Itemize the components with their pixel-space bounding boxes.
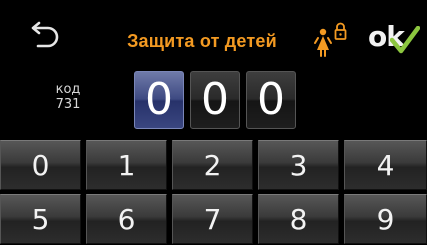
ok-button[interactable]: ok: [368, 16, 420, 62]
key-8[interactable]: 8: [258, 194, 339, 244]
key-6[interactable]: 6: [86, 194, 167, 244]
code-digit-1[interactable]: 0: [134, 71, 184, 129]
key-0[interactable]: 0: [0, 140, 81, 190]
numeric-keypad: 0 1 2 3 4 5 6 7 8 9: [0, 140, 427, 244]
key-7[interactable]: 7: [172, 194, 253, 244]
key-5[interactable]: 5: [0, 194, 81, 244]
back-button[interactable]: [24, 20, 64, 52]
key-3[interactable]: 3: [258, 140, 339, 190]
key-4[interactable]: 4: [344, 140, 427, 190]
code-digit-3[interactable]: 0: [246, 71, 296, 129]
key-1[interactable]: 1: [86, 140, 167, 190]
code-label: код 731: [48, 82, 88, 112]
key-9[interactable]: 9: [344, 194, 427, 244]
code-digit-2[interactable]: 0: [190, 71, 240, 129]
code-value: 731: [55, 97, 81, 112]
child-lock-icon: [311, 20, 353, 62]
back-arrow-icon: [31, 21, 59, 48]
key-2[interactable]: 2: [172, 140, 253, 190]
top-bar: Защита от детей ok: [0, 0, 427, 74]
page-title: Защита от детей: [127, 31, 277, 51]
code-label-text: код: [55, 82, 81, 97]
checkmark-icon: [390, 26, 420, 54]
